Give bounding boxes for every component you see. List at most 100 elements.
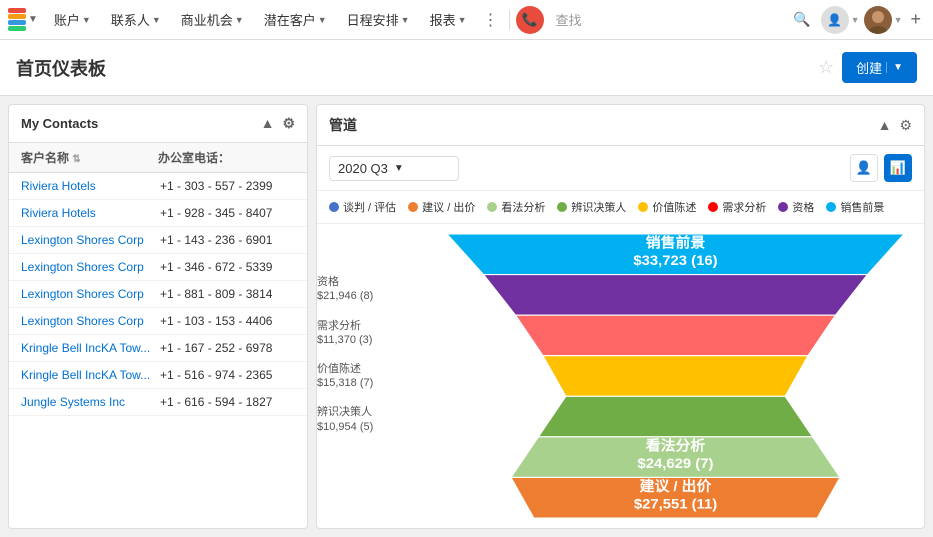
contact-name: Jungle Systems Inc xyxy=(21,395,160,409)
table-row[interactable]: Riviera Hotels +1 - 303 - 557 - 2399 xyxy=(9,173,307,200)
contacts-panel-title: My Contacts xyxy=(21,116,98,131)
nav-divider xyxy=(509,10,510,30)
app-logo[interactable]: ▼ xyxy=(8,8,38,31)
legend-label: 辨识决策人 xyxy=(571,199,626,215)
pipeline-toolbar: 2020 Q3 ▼ 👤 📊 xyxy=(317,146,924,191)
funnel-layer-label: 看法分析 xyxy=(646,437,706,455)
funnel-svg-container: 销售前景$33,723 (16)看法分析$24,629 (7)建议 / 出价$2… xyxy=(447,234,904,518)
funnel-label-value: $15,318 (7) xyxy=(317,376,373,390)
collapse-pipeline-icon[interactable]: ▲ xyxy=(878,117,892,133)
select-arrow-icon: ▼ xyxy=(394,163,404,174)
contact-phone: +1 - 143 - 236 - 6901 xyxy=(160,233,295,247)
table-row[interactable]: Jungle Systems Inc +1 - 616 - 594 - 1827 xyxy=(9,389,307,416)
legend-label: 价值陈述 xyxy=(652,199,696,215)
contacts-list: Riviera Hotels +1 - 303 - 557 - 2399 Riv… xyxy=(9,173,307,416)
nav-accounts[interactable]: 账户 ▼ xyxy=(46,0,99,40)
legend-item: 谈判 / 评估 xyxy=(329,199,396,215)
funnel-outside-label: 需求分析$11,370 (3) xyxy=(317,319,372,348)
user-avatar[interactable] xyxy=(864,6,892,34)
funnel-label-name: 价值陈述 xyxy=(317,362,373,376)
create-button[interactable]: 创建 ▼ xyxy=(842,52,917,83)
legend-dot xyxy=(638,202,648,212)
create-dropdown-arrow[interactable]: ▼ xyxy=(886,62,903,73)
pipeline-settings-icon[interactable]: ⚙ xyxy=(899,117,912,134)
legend-item: 看法分析 xyxy=(487,199,545,215)
funnel-layer-label: 建议 / 出价 xyxy=(640,477,712,495)
favorite-icon[interactable]: ☆ xyxy=(818,57,834,78)
funnel-chart: 资格$21,946 (8) 需求分析$11,370 (3) 价值陈述$15,318 … xyxy=(317,224,924,528)
contact-phone: +1 - 167 - 252 - 6978 xyxy=(160,341,295,355)
chart-view-btn[interactable]: 📊 xyxy=(884,154,912,182)
nav-leads[interactable]: 潜在客户 ▼ xyxy=(256,0,335,40)
funnel-layer xyxy=(538,396,812,437)
funnel-layer xyxy=(484,275,868,316)
notifications-avatar[interactable]: 👤 xyxy=(821,6,849,34)
funnel-label-value: $21,946 (8) xyxy=(317,289,373,303)
chevron-down-icon: ▼ xyxy=(82,15,91,25)
contact-name: Kringle Bell IncKA Tow... xyxy=(21,341,160,355)
pipeline-header: 管道 ▲ ⚙ xyxy=(317,105,924,146)
col-name-header: 客户名称 ⇅ xyxy=(21,149,158,166)
contacts-panel: My Contacts ▲ ⚙ 客户名称 ⇅ 办公室电话： Riviera Ho… xyxy=(8,104,308,529)
table-row[interactable]: Lexington Shores Corp +1 - 346 - 672 - 5… xyxy=(9,254,307,281)
top-navigation: ▼ 账户 ▼ 联系人 ▼ 商业机会 ▼ 潜在客户 ▼ 日程安排 ▼ 报表 ▼ ⋮… xyxy=(0,0,933,40)
funnel-label-value: $10,954 (5) xyxy=(317,420,373,434)
pipeline-legend: 谈判 / 评估 建议 / 出价 看法分析 辨识决策人 价值陈述 需求分析 资格 … xyxy=(317,191,924,224)
contact-phone: +1 - 516 - 974 - 2365 xyxy=(160,368,295,382)
page-header: 首页仪表板 ☆ 创建 ▼ xyxy=(0,40,933,96)
quarter-select[interactable]: 2020 Q3 ▼ xyxy=(329,156,459,181)
table-row[interactable]: Lexington Shores Corp +1 - 143 - 236 - 6… xyxy=(9,227,307,254)
contact-phone: +1 - 616 - 594 - 1827 xyxy=(160,395,295,409)
legend-item: 辨识决策人 xyxy=(557,199,626,215)
table-row[interactable]: Riviera Hotels +1 - 928 - 345 - 8407 xyxy=(9,200,307,227)
chevron-down-icon: ▼ xyxy=(318,15,327,25)
legend-dot xyxy=(826,202,836,212)
funnel-label-name: 资格 xyxy=(317,275,373,289)
chevron-down-icon: ▼ xyxy=(235,15,244,25)
legend-item: 资格 xyxy=(778,199,814,215)
legend-item: 建议 / 出价 xyxy=(408,199,475,215)
funnel-outside-label: 辨识决策人$10,954 (5) xyxy=(317,405,373,434)
settings-icon[interactable]: ⚙ xyxy=(282,115,295,132)
legend-dot xyxy=(487,202,497,212)
table-row[interactable]: Lexington Shores Corp +1 - 881 - 809 - 3… xyxy=(9,281,307,308)
legend-item: 需求分析 xyxy=(708,199,766,215)
nav-schedule[interactable]: 日程安排 ▼ xyxy=(339,0,418,40)
contact-phone: +1 - 928 - 345 - 8407 xyxy=(160,206,295,220)
funnel-layer-label: 销售前景 xyxy=(646,234,706,252)
funnel-layer-value: $33,723 (16) xyxy=(633,253,717,269)
phone-button[interactable]: 📞 xyxy=(516,6,544,34)
more-options-icon[interactable]: ⋮ xyxy=(479,10,503,30)
user-arrow: ▼ xyxy=(894,15,903,25)
contact-name: Lexington Shores Corp xyxy=(21,314,160,328)
search-icon[interactable]: 🔍 xyxy=(787,11,816,28)
contact-name: Lexington Shores Corp xyxy=(21,287,160,301)
table-row[interactable]: Kringle Bell IncKA Tow... +1 - 516 - 974… xyxy=(9,362,307,389)
legend-dot xyxy=(408,202,418,212)
chevron-down-icon: ▼ xyxy=(401,15,410,25)
nav-contacts[interactable]: 联系人 ▼ xyxy=(103,0,169,40)
sort-icon[interactable]: ⇅ xyxy=(72,154,80,165)
legend-dot xyxy=(708,202,718,212)
table-row[interactable]: Kringle Bell IncKA Tow... +1 - 167 - 252… xyxy=(9,335,307,362)
funnel-label-name: 辨识决策人 xyxy=(317,405,373,419)
funnel-layer xyxy=(516,315,836,356)
add-icon[interactable]: + xyxy=(906,9,925,30)
page-title: 首页仪表板 xyxy=(16,55,106,81)
nav-opportunities[interactable]: 商业机会 ▼ xyxy=(173,0,252,40)
funnel-svg: 销售前景$33,723 (16)看法分析$24,629 (7)建议 / 出价$2… xyxy=(447,234,904,518)
funnel-layer xyxy=(543,356,808,397)
legend-item: 价值陈述 xyxy=(638,199,696,215)
collapse-icon[interactable]: ▲ xyxy=(261,115,275,132)
list-view-btn[interactable]: 👤 xyxy=(850,154,878,182)
contact-phone: +1 - 881 - 809 - 3814 xyxy=(160,287,295,301)
nav-reports[interactable]: 报表 ▼ xyxy=(422,0,475,40)
avatar-arrow: ▼ xyxy=(851,15,860,25)
table-row[interactable]: Lexington Shores Corp +1 - 103 - 153 - 4… xyxy=(9,308,307,335)
chevron-down-icon: ▼ xyxy=(458,15,467,25)
contacts-table-header: 客户名称 ⇅ 办公室电话： xyxy=(9,143,307,173)
contact-phone: +1 - 303 - 557 - 2399 xyxy=(160,179,295,193)
search-label: 查找 xyxy=(548,10,590,29)
legend-item: 销售前景 xyxy=(826,199,884,215)
contact-phone: +1 - 103 - 153 - 4406 xyxy=(160,314,295,328)
